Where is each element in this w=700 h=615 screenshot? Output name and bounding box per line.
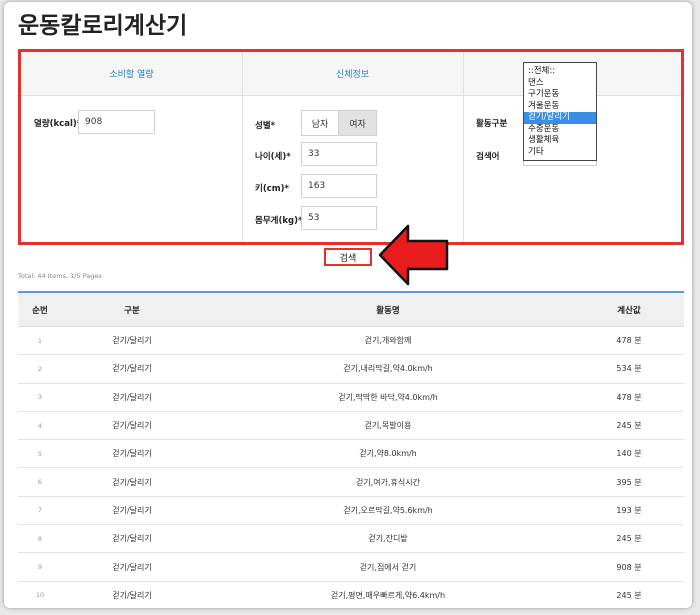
column-divider — [242, 52, 243, 242]
table-row[interactable]: 2 걷기/달리기 걷기,내리막길,약4.0km/h 534 분 — [18, 355, 684, 384]
section-header-body-info: 신체정보 — [242, 52, 463, 96]
cell-number: 1 — [37, 336, 43, 345]
table-row[interactable]: 10 걷기/달리기 걷기,평면,매우빠르게,약6.4km/h 245 분 — [18, 582, 684, 608]
col-header-category: 구분 — [124, 305, 140, 316]
cell-activity: 걷기,집에서 걷기 — [359, 562, 417, 572]
cell-activity: 걷기,딱딱한 바닥,약4.0km/h — [338, 392, 438, 402]
cell-number: 10 — [35, 591, 45, 600]
column-divider — [463, 52, 464, 242]
cell-number: 9 — [37, 563, 43, 572]
cell-activity: 걷기,오르막길,약5.6km/h — [343, 505, 433, 515]
cell-activity: 걷기,내리막길,약4.0km/h — [343, 364, 433, 374]
cell-category: 걷기/달리기 — [112, 336, 152, 346]
cell-result: 908 분 — [616, 562, 642, 572]
dropdown-option[interactable]: 수중운동 — [524, 124, 596, 136]
dropdown-option[interactable]: 생활체육 — [524, 135, 596, 147]
total-items-text: Total: 44 Items, 1/5 Pages — [18, 272, 102, 280]
dropdown-option[interactable]: 댄스 — [524, 78, 596, 90]
calories-input[interactable]: 908 — [78, 110, 155, 134]
gender-female-button[interactable]: 여자 — [338, 110, 377, 136]
dropdown-option[interactable]: 겨울운동 — [524, 101, 596, 113]
cell-result: 245 분 — [616, 590, 642, 600]
cell-number: 4 — [37, 421, 43, 430]
cell-activity: 걷기,목발이용 — [364, 421, 412, 431]
cell-result: 245 분 — [616, 534, 642, 544]
cell-category: 걷기/달리기 — [112, 477, 152, 487]
col-header-result: 계산값 — [617, 305, 641, 316]
age-input[interactable]: 33 — [301, 142, 377, 166]
cell-category: 걷기/달리기 — [112, 590, 152, 600]
cell-result: 193 분 — [616, 505, 642, 515]
col-header-activity: 활동명 — [376, 305, 400, 316]
activity-category-dropdown[interactable]: ::전체:: 댄스 구기운동 겨울운동 걷기/달리기 수중운동 생활체육 기타 — [523, 62, 597, 161]
gender-label: 성별* — [255, 121, 276, 131]
search-button[interactable]: 검색 — [324, 248, 372, 266]
cell-number: 2 — [37, 364, 43, 373]
dropdown-option[interactable]: 구기운동 — [524, 89, 596, 101]
dropdown-option[interactable]: ::전체:: — [524, 66, 596, 78]
table-header-row: 순번 구분 활동명 계산값 — [18, 293, 684, 327]
search-keyword-label: 검색어 — [476, 152, 500, 162]
cell-result: 478 분 — [616, 336, 642, 346]
age-label: 나이(세)* — [255, 152, 291, 162]
cell-result: 478 분 — [616, 392, 642, 402]
table-row[interactable]: 7 걷기/달리기 걷기,오르막길,약5.6km/h 193 분 — [18, 497, 684, 526]
cell-category: 걷기/달리기 — [112, 364, 152, 374]
page-title: 운동칼로리계산기 — [18, 13, 188, 39]
cell-number: 7 — [37, 506, 43, 515]
cell-activity: 걷기,개와함께 — [364, 336, 412, 346]
activity-category-label: 활동구분 — [476, 119, 508, 129]
cell-category: 걷기/달리기 — [112, 449, 152, 459]
cell-category: 걷기/달리기 — [112, 392, 152, 402]
gender-male-button[interactable]: 남자 — [301, 110, 339, 136]
cell-category: 걷기/달리기 — [112, 562, 152, 572]
dropdown-option[interactable]: 기타 — [524, 147, 596, 159]
cell-activity: 걷기,약8.0km/h — [359, 449, 417, 459]
page-frame: 운동칼로리계산기 소비할 열량 신체정보 열량(kcal)* 908 성별* 남… — [4, 2, 692, 608]
table-row[interactable]: 1 걷기/달리기 걷기,개와함께 478 분 — [18, 327, 684, 356]
cell-result: 395 분 — [616, 477, 642, 487]
cell-result: 245 분 — [616, 421, 642, 431]
table-row[interactable]: 5 걷기/달리기 걷기,약8.0km/h 140 분 — [18, 440, 684, 469]
cell-category: 걷기/달리기 — [112, 421, 152, 431]
height-label: 키(cm)* — [255, 184, 289, 194]
table-row[interactable]: 8 걷기/달리기 걷기,잔디밭 245 분 — [18, 525, 684, 554]
cell-number: 3 — [37, 393, 43, 402]
cell-number: 8 — [37, 534, 43, 543]
cell-category: 걷기/달리기 — [112, 505, 152, 515]
col-header-number: 순번 — [32, 305, 48, 316]
cell-activity: 걷기,평면,매우빠르게,약6.4km/h — [330, 590, 446, 600]
cell-result: 140 분 — [616, 449, 642, 459]
weight-input[interactable]: 53 — [301, 206, 377, 230]
results-table: 순번 구분 활동명 계산값 1 걷기/달리기 걷기,개와함께 478 분 2 걷기/달리기… — [18, 291, 684, 608]
table-body: 1 걷기/달리기 걷기,개와함께 478 분 2 걷기/달리기 걷기,내리막길,약4.0km… — [18, 327, 684, 608]
weight-label: 몸무게(kg)* — [255, 216, 303, 226]
calories-label: 열량(kcal)* — [34, 119, 82, 129]
cell-number: 5 — [37, 449, 43, 458]
table-row[interactable]: 9 걷기/달리기 걷기,집에서 걷기 908 분 — [18, 553, 684, 582]
table-row[interactable]: 3 걷기/달리기 걷기,딱딱한 바닥,약4.0km/h 478 분 — [18, 384, 684, 412]
table-row[interactable]: 4 걷기/달리기 걷기,목발이용 245 분 — [18, 412, 684, 441]
section-header-calories: 소비할 열량 — [21, 52, 242, 96]
red-arrow-annotation-icon — [378, 224, 449, 286]
cell-category: 걷기/달리기 — [112, 534, 152, 544]
cell-activity: 걷기,잔디밭 — [368, 534, 408, 544]
dropdown-option-selected[interactable]: 걷기/달리기 — [524, 112, 596, 124]
height-input[interactable]: 163 — [301, 174, 377, 198]
table-row[interactable]: 6 걷기/달리기 걷기,여가,휴식시간 395 분 — [18, 468, 684, 497]
calculator-form: 소비할 열량 신체정보 열량(kcal)* 908 성별* 남자 여자 나이(세… — [18, 49, 684, 245]
cell-number: 6 — [37, 478, 43, 487]
cell-activity: 걷기,여가,휴식시간 — [356, 477, 420, 487]
cell-result: 534 분 — [616, 364, 642, 374]
